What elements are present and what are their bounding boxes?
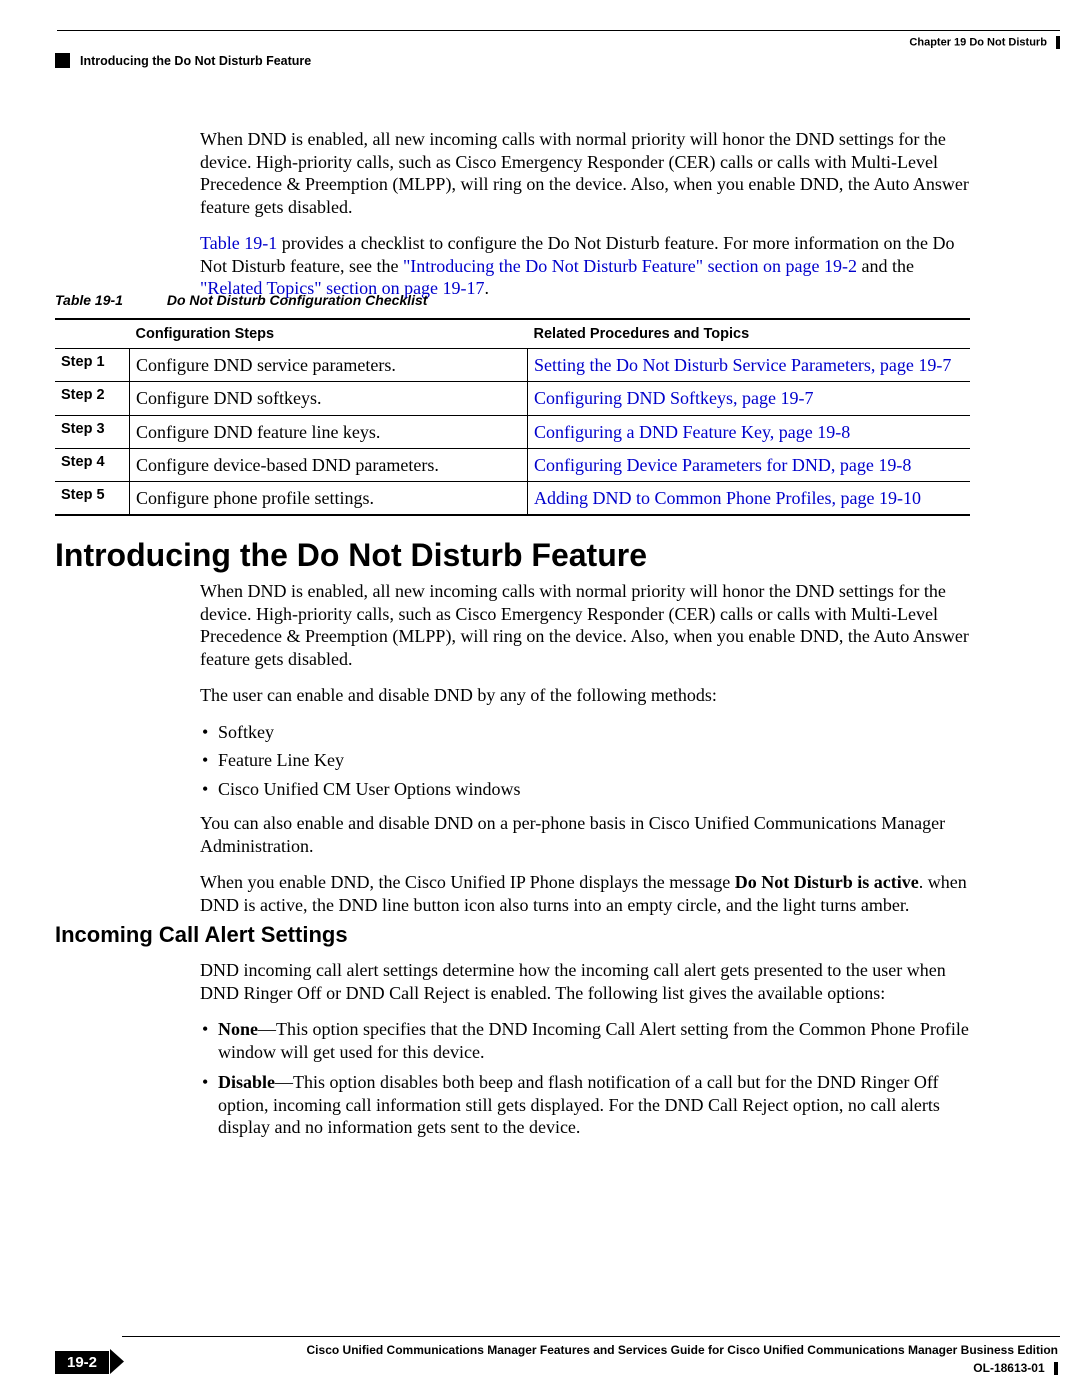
list-item: Softkey xyxy=(218,721,970,744)
config-step-text: Configure device-based DND parameters. xyxy=(130,448,528,481)
header-chapter-text: Chapter 19 Do Not Disturb xyxy=(909,36,1047,48)
header-section-title: Introducing the Do Not Disturb Feature xyxy=(80,54,311,68)
option-disable-text: —This option disables both beep and flas… xyxy=(218,1072,940,1137)
config-step-text: Configure phone profile settings. xyxy=(130,482,528,516)
table-row: Step 5 Configure phone profile settings.… xyxy=(55,482,970,516)
col-empty xyxy=(55,319,130,349)
link-dnd-phone-profiles[interactable]: Adding DND to Common Phone Profiles, pag… xyxy=(534,488,921,508)
table-row: Step 3 Configure DND feature line keys. … xyxy=(55,415,970,448)
step-label: Step 1 xyxy=(55,349,130,382)
footer-doc-number-text: OL-18613-01 xyxy=(973,1361,1044,1375)
footer-guide-title: Cisco Unified Communications Manager Fea… xyxy=(307,1343,1058,1357)
header-square-icon xyxy=(55,53,70,68)
config-step-text: Configure DND feature line keys. xyxy=(130,415,528,448)
page-number-tail-icon xyxy=(110,1349,124,1374)
link-intro-section[interactable]: "Introducing the Do Not Disturb Feature"… xyxy=(403,256,857,276)
config-checklist-table: Configuration Steps Related Procedures a… xyxy=(55,318,970,516)
link-dnd-feature-key[interactable]: Configuring a DND Feature Key, page 19-8 xyxy=(534,422,850,442)
dnd-methods-list: Softkey Feature Line Key Cisco Unified C… xyxy=(200,721,970,801)
intro-p4a: When you enable DND, the Cisco Unified I… xyxy=(200,872,735,892)
intro-p4b-bold: Do Not Disturb is active xyxy=(735,872,919,892)
heading-incoming-call-alert: Incoming Call Alert Settings xyxy=(55,922,348,948)
intro-section-p3: You can also enable and disable DND on a… xyxy=(200,812,970,857)
intro-para-1: When DND is enabled, all new incoming ca… xyxy=(200,128,970,218)
step-label: Step 2 xyxy=(55,382,130,415)
link-table-19-1[interactable]: Table 19-1 xyxy=(200,233,277,253)
header-chapter: Chapter 19 Do Not Disturb xyxy=(909,36,1060,49)
config-step-text: Configure DND service parameters. xyxy=(130,349,528,382)
alert-section-p1: DND incoming call alert settings determi… xyxy=(200,959,970,1004)
col-config-steps: Configuration Steps xyxy=(130,319,528,349)
intro-p2d: and the xyxy=(857,256,914,276)
config-checklist-block: Table 19-1 Do Not Disturb Configuration … xyxy=(55,292,970,516)
col-related: Related Procedures and Topics xyxy=(528,319,971,349)
option-none-label: None xyxy=(218,1019,258,1039)
list-item: Cisco Unified CM User Options windows xyxy=(218,778,970,801)
intro-para-2: Table 19-1 provides a checklist to confi… xyxy=(200,232,970,300)
list-item: Disable—This option disables both beep a… xyxy=(218,1071,970,1139)
footer-doc-number: OL-18613-01 xyxy=(973,1361,1058,1375)
table-row: Step 1 Configure DND service parameters.… xyxy=(55,349,970,382)
header-rule xyxy=(57,30,1060,31)
footer-end-bar-icon xyxy=(1054,1362,1058,1375)
page-number: 19-2 xyxy=(55,1351,109,1374)
intro-section-p2: The user can enable and disable DND by a… xyxy=(200,684,970,707)
option-disable-label: Disable xyxy=(218,1072,275,1092)
table-caption-number: Table 19-1 xyxy=(55,292,123,308)
table-row: Step 2 Configure DND softkeys. Configuri… xyxy=(55,382,970,415)
link-dnd-device-params[interactable]: Configuring Device Parameters for DND, p… xyxy=(534,455,911,475)
config-step-text: Configure DND softkeys. xyxy=(130,382,528,415)
step-label: Step 4 xyxy=(55,448,130,481)
header-end-bar-icon xyxy=(1056,36,1060,49)
footer-rule xyxy=(122,1336,1060,1337)
option-none-text: —This option specifies that the DND Inco… xyxy=(218,1019,969,1062)
table-row: Step 4 Configure device-based DND parame… xyxy=(55,448,970,481)
table-caption-title: Do Not Disturb Configuration Checklist xyxy=(167,292,428,308)
step-label: Step 3 xyxy=(55,415,130,448)
table-header-row: Configuration Steps Related Procedures a… xyxy=(55,319,970,349)
link-dnd-service-params[interactable]: Setting the Do Not Disturb Service Param… xyxy=(534,355,951,375)
alert-options-list: None—This option specifies that the DND … xyxy=(200,1018,970,1139)
link-dnd-softkeys[interactable]: Configuring DND Softkeys, page 19-7 xyxy=(534,388,813,408)
list-item: Feature Line Key xyxy=(218,749,970,772)
table-caption: Table 19-1 Do Not Disturb Configuration … xyxy=(55,292,970,308)
step-label: Step 5 xyxy=(55,482,130,516)
list-item: None—This option specifies that the DND … xyxy=(218,1018,970,1063)
intro-section-p1: When DND is enabled, all new incoming ca… xyxy=(200,580,970,670)
heading-introducing-dnd: Introducing the Do Not Disturb Feature xyxy=(55,537,647,574)
intro-section-p4: When you enable DND, the Cisco Unified I… xyxy=(200,871,970,916)
